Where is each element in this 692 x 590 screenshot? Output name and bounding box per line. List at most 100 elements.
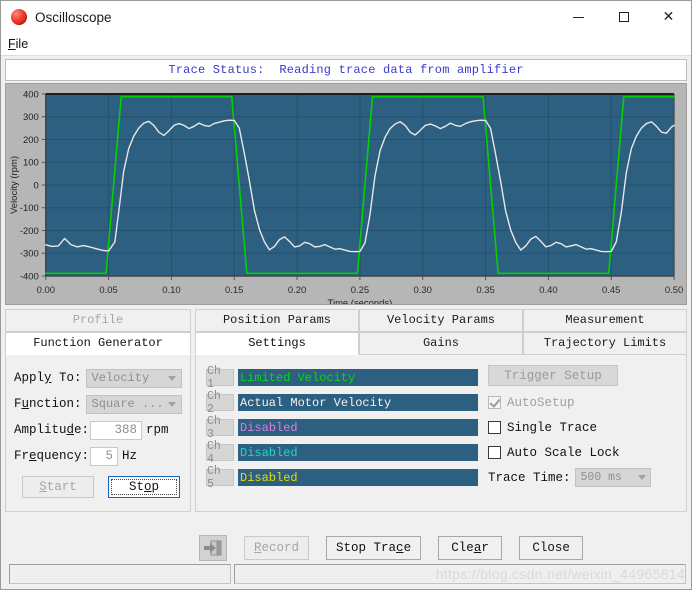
close-icon: ✕ <box>662 9 675 25</box>
export-icon <box>204 540 222 556</box>
svg-text:0.25: 0.25 <box>351 285 369 296</box>
apply-to-label: Apply To: <box>14 371 82 385</box>
tab-position-params[interactable]: Position Params <box>195 309 359 332</box>
tab-measurement[interactable]: Measurement <box>523 309 687 332</box>
single-trace-row[interactable]: Single Trace <box>488 415 678 440</box>
channel-row-4[interactable]: Ch 4 Disabled <box>206 440 478 466</box>
autosetup-checkbox[interactable] <box>488 396 501 409</box>
oscilloscope-window: Oscilloscope ✕ File Trace Status: Readin… <box>0 0 692 590</box>
minimize-icon <box>573 16 584 18</box>
svg-text:-400: -400 <box>20 271 39 282</box>
autosetup-row[interactable]: AutoSetup <box>488 390 678 415</box>
channel-tag: Ch 4 <box>206 440 234 466</box>
channel-value[interactable]: Disabled <box>238 444 478 461</box>
tab-settings[interactable]: Settings <box>195 332 359 355</box>
channel-row-2[interactable]: Ch 2 Actual Motor Velocity <box>206 390 478 416</box>
apply-to-row: Apply To: Velocity <box>14 365 182 391</box>
chevron-down-icon <box>168 375 176 381</box>
maximize-icon <box>618 12 629 22</box>
frequency-unit: Hz <box>122 449 138 463</box>
svg-text:-200: -200 <box>20 226 39 237</box>
svg-text:0.15: 0.15 <box>225 285 243 296</box>
svg-text:Velocity (rpm): Velocity (rpm) <box>9 156 20 214</box>
chevron-down-icon <box>637 475 646 480</box>
stop-trace-button[interactable]: Stop Tra c e <box>326 536 422 560</box>
svg-text:0.45: 0.45 <box>602 285 620 296</box>
frequency-label: Frequency: <box>14 449 90 463</box>
trace-status-bar: Trace Status: Reading trace data from am… <box>5 59 687 81</box>
title-bar: Oscilloscope ✕ <box>1 1 691 33</box>
right-tabs-top: Position Params Velocity Params Measurem… <box>195 309 687 332</box>
menu-bar: File <box>1 33 691 56</box>
settings-body: Ch 1 Limited Velocity Ch 2 Actual Motor … <box>195 355 687 512</box>
window-controls: ✕ <box>556 1 691 33</box>
channel-value[interactable]: Limited Velocity <box>238 369 478 386</box>
minimize-button[interactable] <box>556 1 601 33</box>
amplitude-unit: rpm <box>146 423 169 437</box>
amplitude-row: Amplitude: 388 rpm <box>14 417 182 443</box>
svg-text:0.30: 0.30 <box>414 285 432 296</box>
channel-value[interactable]: Disabled <box>238 469 478 486</box>
lower-area: Profile Function Generator Apply To: Vel… <box>1 305 691 527</box>
export-button[interactable] <box>199 535 227 561</box>
channel-row-3[interactable]: Ch 3 Disabled <box>206 415 478 441</box>
maximize-button[interactable] <box>601 1 646 33</box>
trace-status-text: Trace Status: Reading trace data from am… <box>168 63 524 77</box>
function-generator-panel: Profile Function Generator Apply To: Vel… <box>5 309 191 512</box>
start-button[interactable]: Start <box>22 476 94 498</box>
trace-time-value: 500 ms <box>580 471 622 484</box>
trace-time-label: Trace Time: <box>488 470 571 485</box>
action-bar: Record Stop Tra c e Cle a r Close <box>1 527 691 563</box>
tab-function-generator[interactable]: Function Generator <box>5 332 191 355</box>
tab-trajectory-limits[interactable]: Trajectory Limits <box>523 332 687 355</box>
single-trace-checkbox[interactable] <box>488 421 501 434</box>
function-generator-body: Apply To: Velocity Function: Square ... <box>5 355 191 512</box>
clear-button[interactable]: Cle a r <box>438 536 503 560</box>
svg-text:-300: -300 <box>20 249 39 260</box>
status-bar: https://blog.csdn.net/weixin_44965814 <box>1 563 691 589</box>
tab-gains[interactable]: Gains <box>359 332 523 355</box>
trace-time-select[interactable]: 500 ms <box>574 468 651 487</box>
close-dialog-button[interactable]: Close <box>519 536 584 560</box>
stop-button[interactable]: St o p <box>108 476 180 498</box>
tab-profile[interactable]: Profile <box>5 309 191 332</box>
auto-scale-lock-row[interactable]: Auto Scale Lock <box>488 440 678 465</box>
status-pane-left <box>9 564 231 584</box>
oscilloscope-plot[interactable]: 0.00 0.05 0.10 0.15 0.20 0.25 0.30 0.35 0.40 0.45… <box>5 83 687 305</box>
amplitude-label: Amplitude: <box>14 423 90 437</box>
plot-svg: 0.00 0.05 0.10 0.15 0.20 0.25 0.30 0.35 0.40 0.45… <box>6 84 686 304</box>
trigger-setup-button[interactable]: Trigger Setup <box>488 365 618 386</box>
app-icon <box>11 9 27 25</box>
amplitude-input[interactable]: 388 <box>90 420 143 440</box>
tab-velocity-params[interactable]: Velocity Params <box>359 309 523 332</box>
channel-tag: Ch 5 <box>206 465 234 491</box>
menu-item-file[interactable]: File <box>1 35 34 53</box>
channel-row-5[interactable]: Ch 5 Disabled <box>206 465 478 491</box>
function-select[interactable]: Square ... <box>85 394 182 414</box>
channel-tag: Ch 3 <box>206 415 234 441</box>
left-tabs-bottom: Function Generator <box>5 332 191 355</box>
channel-list: Ch 1 Limited Velocity Ch 2 Actual Motor … <box>206 365 478 491</box>
auto-scale-lock-checkbox[interactable] <box>488 446 501 459</box>
channel-value[interactable]: Disabled <box>238 419 478 436</box>
autosetup-label: AutoSetup <box>507 395 575 410</box>
close-button[interactable]: ✕ <box>646 1 691 33</box>
frequency-input[interactable]: 5 <box>90 446 119 466</box>
right-tabs-bottom: Settings Gains Trajectory Limits <box>195 332 687 355</box>
function-label: Function: <box>14 397 82 411</box>
frequency-row: Frequency: 5 Hz <box>14 443 182 469</box>
channel-value[interactable]: Actual Motor Velocity <box>238 394 478 411</box>
record-button[interactable]: Record <box>244 536 310 560</box>
channel-row-1[interactable]: Ch 1 Limited Velocity <box>206 365 478 391</box>
chevron-down-icon <box>168 401 176 407</box>
function-row: Function: Square ... <box>14 391 182 417</box>
apply-to-select[interactable]: Velocity <box>85 368 182 388</box>
generator-buttons: Start St o p <box>14 476 182 498</box>
svg-text:0.50: 0.50 <box>665 285 683 296</box>
svg-text:200: 200 <box>23 135 39 146</box>
left-tabs-top: Profile <box>5 309 191 332</box>
window-title: Oscilloscope <box>35 9 112 25</box>
settings-panel: Position Params Velocity Params Measurem… <box>195 309 687 512</box>
channel-tag: Ch 1 <box>206 365 234 391</box>
single-trace-label: Single Trace <box>507 420 598 435</box>
